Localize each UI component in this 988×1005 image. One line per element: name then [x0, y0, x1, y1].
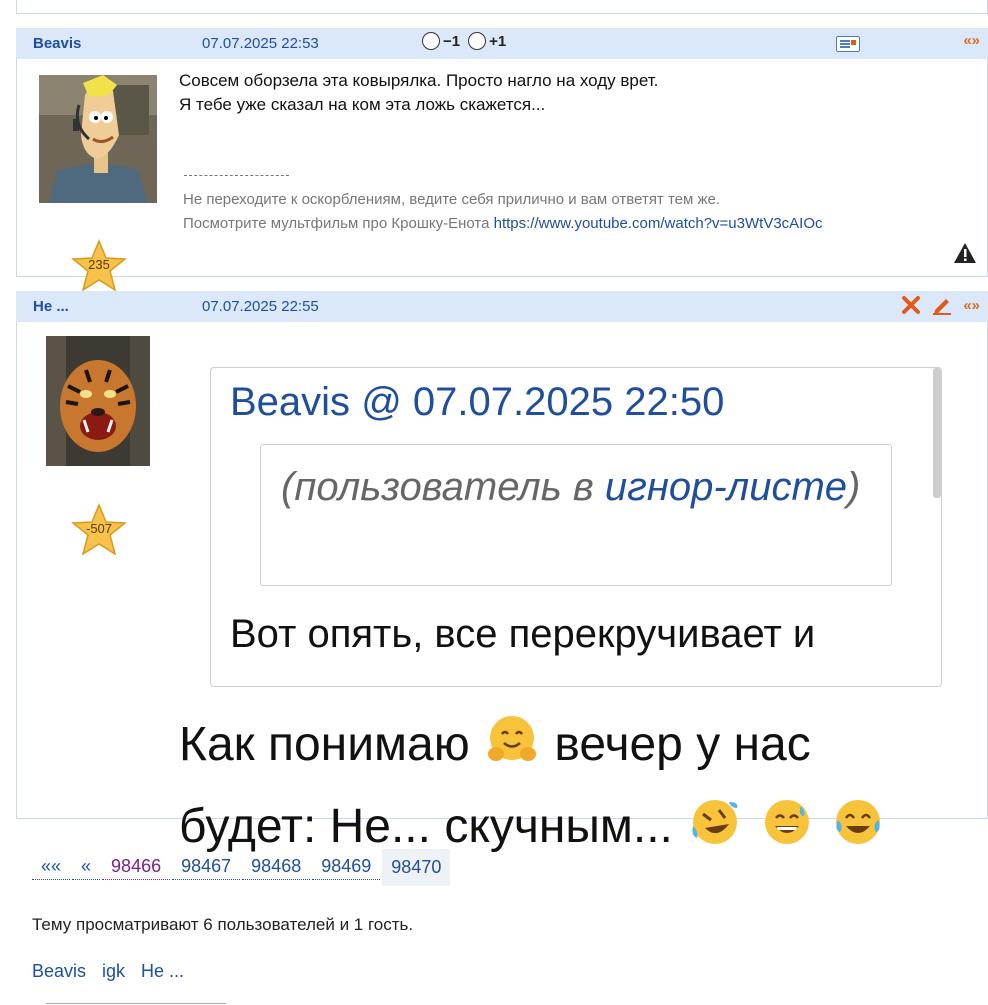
post-author-link[interactable]: Beavis — [33, 35, 81, 52]
avatar[interactable] — [46, 336, 150, 466]
quote-text: Вот опять, все перекручивает и — [230, 612, 816, 656]
post-header: Beavis 07.07.2025 22:53 −1 +1 «» — [16, 28, 988, 59]
rating-star: -507 — [70, 503, 128, 557]
report-warning-icon[interactable] — [953, 242, 977, 264]
quote-header: Beavis @ 07.07.2025 22:50 — [230, 380, 725, 424]
ignore-list-link[interactable]: игнор-листе — [605, 465, 847, 509]
delete-icon[interactable] — [901, 295, 921, 315]
tears-of-joy-emoji-icon — [835, 800, 880, 844]
radio-minus[interactable] — [422, 32, 440, 50]
post-ne: Не ... 07.07.2025 22:55 «» -507 Beavis @… — [16, 291, 988, 853]
viewer-link[interactable]: Не ... — [141, 961, 184, 982]
beavis-avatar-image — [39, 75, 157, 203]
pagination-page[interactable]: 98467 — [172, 848, 241, 880]
sweat-smile-emoji-icon — [764, 800, 809, 844]
pagination-prev[interactable]: « — [72, 848, 101, 880]
vote-minus[interactable]: −1 — [422, 32, 460, 50]
viewer-link[interactable]: igk — [102, 961, 125, 982]
rating-value: -507 — [85, 521, 113, 536]
post-date-link[interactable]: 07.07.2025 22:53 — [202, 35, 319, 52]
quote-author-link[interactable]: Beavis — [230, 380, 350, 424]
post-body: 235 Совсем оборзела эта ковырялка. Прост… — [16, 59, 988, 292]
radio-plus[interactable] — [468, 32, 487, 50]
post-message: Как понимаю вечер у нас будет: Не... ску… — [179, 704, 959, 868]
pagination-current-page: 98470 — [382, 848, 451, 886]
avatar[interactable] — [39, 75, 157, 203]
post-message: Совсем оборзела эта ковырялка. Просто на… — [179, 71, 659, 114]
quote-button[interactable]: «» — [963, 297, 980, 314]
viewer-link[interactable]: Beavis — [32, 961, 86, 982]
post-date-link[interactable]: 07.07.2025 22:55 — [202, 298, 319, 315]
rating-value: 235 — [88, 257, 110, 272]
quote-box: Beavis @ 07.07.2025 22:50 (пользователь … — [210, 367, 942, 687]
pagination-page[interactable]: 98469 — [312, 848, 381, 880]
signature-divider — [184, 175, 289, 176]
pagination-page[interactable]: 98468 — [242, 848, 311, 880]
quote-scrollbar[interactable] — [933, 368, 941, 498]
topic-viewers-list: Beavis igk Не ... — [32, 961, 184, 982]
private-message-icon[interactable] — [836, 36, 860, 52]
pagination-page[interactable]: 98466 — [102, 848, 171, 880]
divider — [46, 1003, 226, 1004]
post-header: Не ... 07.07.2025 22:55 «» — [16, 291, 988, 322]
rofl-emoji-icon — [692, 800, 738, 844]
post-body: -507 Beavis @ 07.07.2025 22:50 (пользова… — [16, 322, 988, 853]
pagination-first[interactable]: «« — [32, 848, 71, 880]
post-author-link[interactable]: Не ... — [33, 298, 69, 315]
vote-controls: −1 +1 — [422, 32, 512, 50]
rating-star: 235 — [70, 239, 128, 293]
quote-date-link[interactable]: 07.07.2025 22:50 — [413, 380, 724, 424]
vote-plus[interactable]: +1 — [468, 32, 506, 50]
quote-button[interactable]: «» — [963, 32, 980, 49]
topic-viewers-summary: Тему просматривают 6 пользователей и 1 г… — [32, 915, 414, 934]
signature: Не переходите к оскорблениям, ведите себ… — [183, 191, 823, 232]
pagination: «« « 98466 98467 98468 98469 98470 — [32, 848, 452, 886]
hugging-face-emoji-icon — [488, 716, 537, 761]
tiger-avatar-image — [46, 336, 150, 466]
previous-post-bottom — [16, 0, 988, 14]
post-beavis: Beavis 07.07.2025 22:53 −1 +1 «» 235 Сов… — [16, 28, 988, 292]
edit-icon[interactable] — [931, 295, 953, 315]
ignored-user-notice: (пользователь в игнор-листе) — [260, 444, 892, 586]
signature-youtube-link[interactable]: https://www.youtube.com/watch?v=u3WtV3cA… — [494, 215, 823, 232]
